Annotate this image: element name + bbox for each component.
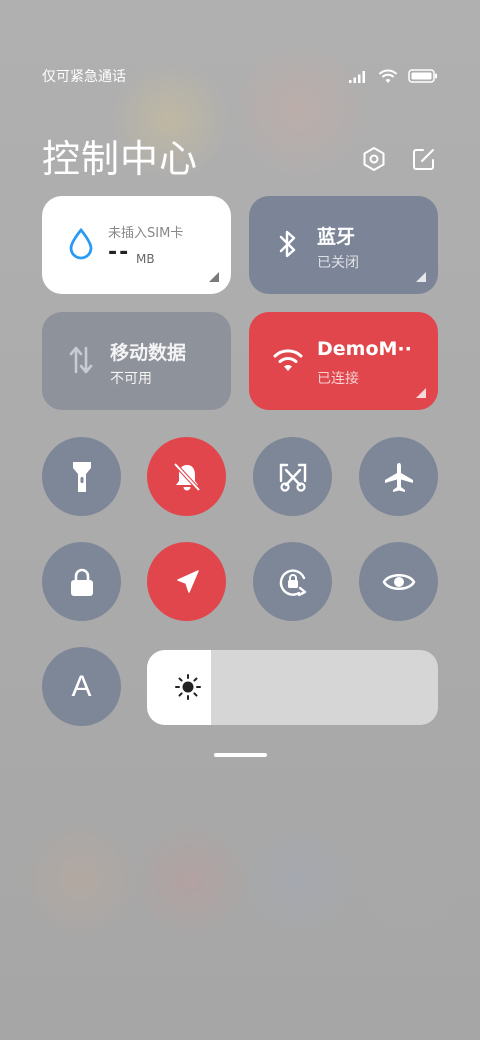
lock-icon <box>70 568 93 596</box>
signal-icon <box>349 71 365 83</box>
mute-toggle[interactable] <box>147 437 226 516</box>
status-bar: 仅可紧急通话 <box>42 64 438 88</box>
flashlight-toggle[interactable] <box>42 437 121 516</box>
expand-corner-icon <box>416 388 426 398</box>
auto-brightness-toggle[interactable]: A <box>42 647 121 726</box>
wifi-icon <box>271 342 305 378</box>
reading-mode-toggle[interactable] <box>359 542 438 621</box>
bluetooth-title: 蓝牙 <box>317 226 356 248</box>
water-drop-icon <box>64 226 98 262</box>
brightness-slider[interactable] <box>147 650 438 725</box>
wifi-status: 已连接 <box>317 371 359 387</box>
mobile-data-title: 移动数据 <box>110 342 187 364</box>
bluetooth-icon <box>271 226 305 262</box>
rotation-lock-icon <box>279 568 306 596</box>
airplane-icon <box>384 462 413 492</box>
lock-screen-toggle[interactable] <box>42 542 121 621</box>
bluetooth-status: 已关闭 <box>317 255 359 271</box>
sim-status-label: 未插入SIM卡 <box>108 226 184 241</box>
data-usage-tile[interactable]: 未插入SIM卡 -- MB <box>42 196 231 294</box>
flashlight-icon <box>72 461 91 492</box>
bluetooth-tile[interactable]: 蓝牙 已关闭 <box>249 196 438 294</box>
wifi-network-name: DemoM·· <box>317 338 412 360</box>
airplane-toggle[interactable] <box>359 437 438 516</box>
expand-corner-icon <box>209 272 219 282</box>
auto-brightness-letter: A <box>71 669 92 703</box>
sun-icon <box>173 672 203 702</box>
data-usage-unit: MB <box>136 252 155 266</box>
screenshot-icon <box>279 463 306 492</box>
wifi-tile[interactable]: DemoM·· 已连接 <box>249 312 438 410</box>
battery-icon <box>408 69 437 83</box>
mobile-data-arrows-icon <box>64 342 98 378</box>
status-icons <box>348 69 438 84</box>
expand-corner-icon <box>416 272 426 282</box>
mobile-data-status: 不可用 <box>110 371 152 387</box>
top-actions <box>360 145 438 173</box>
settings-hexagon-icon[interactable] <box>360 145 388 173</box>
location-toggle[interactable] <box>147 542 226 621</box>
page-title: 控制中心 <box>42 137 199 181</box>
screenshot-toggle[interactable] <box>253 437 332 516</box>
edit-icon[interactable] <box>410 145 438 173</box>
location-icon <box>176 569 199 593</box>
mobile-data-tile[interactable]: 移动数据 不可用 <box>42 312 231 410</box>
eye-icon <box>382 573 415 590</box>
wifi-status-icon <box>378 69 398 83</box>
carrier-text: 仅可紧急通话 <box>42 69 126 85</box>
mute-bell-icon <box>173 462 200 491</box>
rotation-lock-toggle[interactable] <box>253 542 332 621</box>
data-usage-value: -- <box>108 240 131 265</box>
drag-handle[interactable] <box>214 753 267 757</box>
